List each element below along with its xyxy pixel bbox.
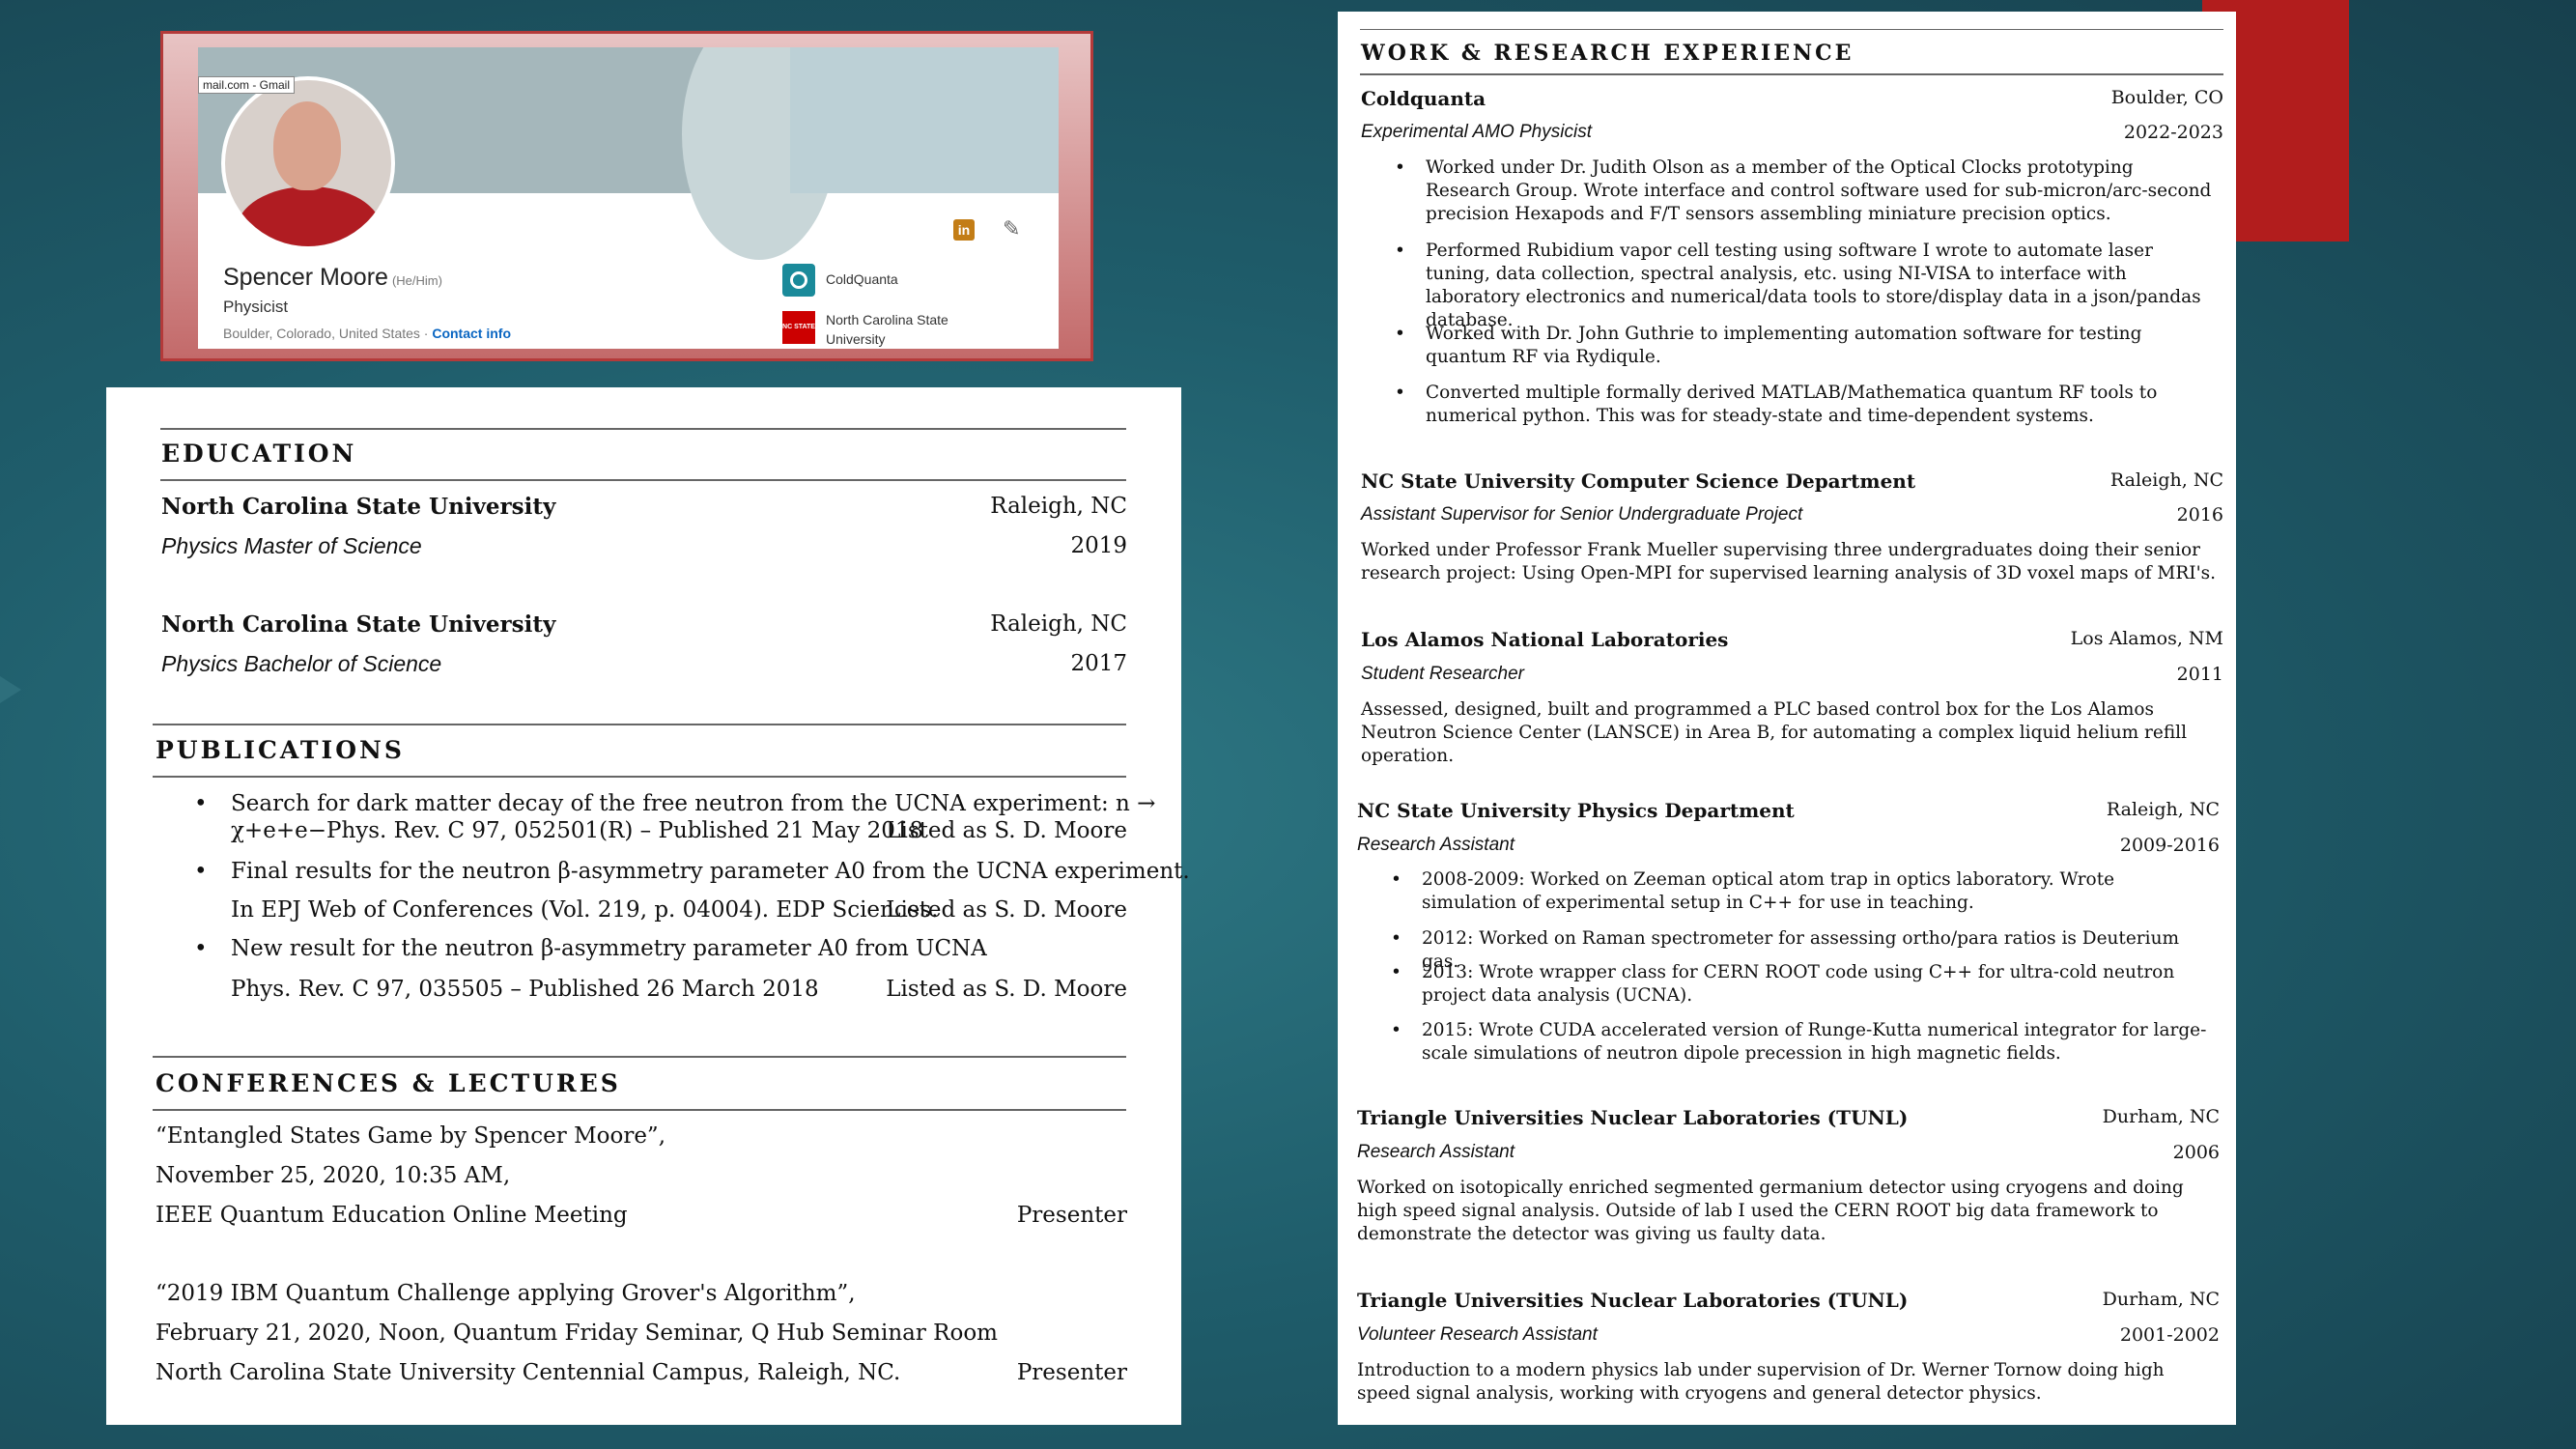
linkedin-profile-card: mail.com - Gmail Spencer Moore (He/Him) P… <box>198 47 1059 349</box>
conference-venue: North Carolina State University Centenni… <box>156 1360 901 1385</box>
coldquanta-logo-icon <box>782 264 815 297</box>
linkedin-card-frame: mail.com - Gmail Spencer Moore (He/Him) P… <box>160 31 1093 361</box>
job-years: 2001-2002 <box>2119 1324 2220 1346</box>
publication-note: Listed as S. D. Moore <box>886 897 1127 923</box>
conferences-bottom-rule <box>153 1109 1126 1111</box>
job-description: Assessed, designed, built and programmed… <box>1361 699 2187 766</box>
conference-venue: IEEE Quantum Education Online Meeting <box>156 1203 628 1228</box>
job-bullet: Worked under Dr. Judith Olson as a membe… <box>1395 156 2218 226</box>
job-years: 2022-2023 <box>2123 122 2223 143</box>
resume-left-panel: EDUCATION North Carolina State Universit… <box>106 387 1190 1425</box>
job-location: Durham, NC <box>2102 1106 2220 1127</box>
org-coldquanta[interactable]: ColdQuanta <box>826 271 898 287</box>
job-location: Raleigh, NC <box>2106 799 2220 820</box>
publication-note: Listed as S. D. Moore <box>886 818 1127 843</box>
job-bullet: 2013: Wrote wrapper class for CERN ROOT … <box>1391 961 2214 1008</box>
job-description: Introduction to a modern physics lab und… <box>1357 1360 2165 1404</box>
job-org: Los Alamos National Laboratories <box>1361 628 1729 651</box>
job-org: NC State University Computer Science Dep… <box>1361 469 1916 493</box>
linkedin-icon[interactable]: in <box>953 219 975 241</box>
conference-date: November 25, 2020, 10:35 AM, <box>156 1163 511 1188</box>
work-top-rule <box>1360 29 2223 30</box>
profile-name: Spencer Moore (He/Him) <box>223 264 442 292</box>
job-bullet: 2008-2009: Worked on Zeeman optical atom… <box>1391 868 2214 915</box>
conference-role: Presenter <box>1016 1360 1127 1385</box>
avatar-face <box>273 101 341 190</box>
job-role: Student Researcher <box>1361 664 1524 684</box>
job-years: 2006 <box>2172 1142 2220 1163</box>
job-location: Durham, NC <box>2102 1289 2220 1310</box>
job-bullet: Performed Rubidium vapor cell testing us… <box>1395 240 2218 332</box>
org-ncstate-line2: University <box>826 331 886 347</box>
publication-note: Listed as S. D. Moore <box>886 977 1127 1002</box>
contact-info-link[interactable]: Contact info <box>432 326 511 341</box>
profile-location-text: Boulder, Colorado, United States · <box>223 326 433 341</box>
profile-headline: Physicist <box>223 298 289 316</box>
gmail-tooltip: mail.com - Gmail <box>198 76 296 94</box>
publications-heading: PUBLICATIONS <box>156 736 405 764</box>
job-role: Volunteer Research Assistant <box>1357 1324 1598 1345</box>
job-bullet: Converted multiple formally derived MATL… <box>1395 382 2218 428</box>
conference-date: February 21, 2020, Noon, Quantum Friday … <box>156 1321 998 1346</box>
conference-title: “Entangled States Game by Spencer Moore”… <box>156 1123 666 1149</box>
resume-right-panel: WORK & RESEARCH EXPERIENCE Coldquanta Bo… <box>1338 12 2236 1425</box>
education-location: Raleigh, NC <box>990 494 1127 519</box>
work-bottom-rule <box>1360 73 2223 75</box>
job-location: Boulder, CO <box>2110 87 2223 108</box>
job-org: Triangle Universities Nuclear Laboratori… <box>1357 1289 1909 1312</box>
job-bullet: 2015: Wrote CUDA accelerated version of … <box>1391 1019 2214 1065</box>
edit-pencil-icon[interactable]: ✎ <box>1003 217 1020 242</box>
work-heading: WORK & RESEARCH EXPERIENCE <box>1361 41 1854 66</box>
org-ncstate-line1: North Carolina State <box>826 312 948 327</box>
avatar-photo <box>225 80 391 246</box>
publication-item: Search for dark matter decay of the free… <box>194 791 1155 816</box>
job-description: Worked under Professor Frank Mueller sup… <box>1361 540 2217 583</box>
education-bottom-rule <box>160 479 1126 481</box>
education-year: 2017 <box>1070 651 1127 676</box>
job-role: Experimental AMO Physicist <box>1361 122 1592 142</box>
job-role: Research Assistant <box>1357 1142 1514 1162</box>
job-bullet: Worked with Dr. John Guthrie to implemen… <box>1395 323 2218 369</box>
publication-citation: χ+e+e−Phys. Rev. C 97, 052501(R) – Publi… <box>231 818 924 843</box>
education-top-rule <box>160 428 1126 430</box>
job-years: 2016 <box>2176 504 2223 526</box>
job-years: 2009-2016 <box>2119 835 2220 856</box>
job-location: Los Alamos, NM <box>2070 628 2223 649</box>
publications-bottom-rule <box>153 776 1126 778</box>
publication-citation: Phys. Rev. C 97, 035505 – Published 26 M… <box>231 977 819 1002</box>
job-role: Research Assistant <box>1357 835 1514 855</box>
avatar-shirt <box>237 186 382 246</box>
job-description: Worked on isotopically enriched segmente… <box>1357 1178 2184 1244</box>
banner-right-panel <box>790 47 1059 193</box>
conferences-heading: CONFERENCES & LECTURES <box>156 1069 621 1097</box>
job-org: Coldquanta <box>1361 87 1486 110</box>
ncstate-logo-icon: NC STATE <box>782 311 815 344</box>
job-org: Triangle Universities Nuclear Laboratori… <box>1357 1106 1909 1129</box>
publication-item: Final results for the neutron β-asymmetr… <box>194 859 1190 884</box>
conference-role: Presenter <box>1016 1203 1127 1228</box>
profile-location: Boulder, Colorado, United States · Conta… <box>223 326 511 341</box>
education-school: North Carolina State University <box>161 494 556 520</box>
org-ncstate[interactable]: North Carolina State University <box>826 310 948 349</box>
education-heading: EDUCATION <box>161 440 357 468</box>
publications-top-rule <box>153 724 1126 725</box>
avatar[interactable] <box>221 76 395 250</box>
nav-arrow-decoration <box>0 676 21 703</box>
conference-title: “2019 IBM Quantum Challenge applying Gro… <box>156 1281 856 1306</box>
profile-name-text: Spencer Moore <box>223 264 388 291</box>
profile-pronouns: (He/Him) <box>391 273 442 288</box>
education-location: Raleigh, NC <box>990 611 1127 637</box>
conferences-top-rule <box>153 1056 1126 1058</box>
education-degree: Physics Master of Science <box>161 533 422 558</box>
publication-citation: In EPJ Web of Conferences (Vol. 219, p. … <box>231 897 939 923</box>
job-location: Raleigh, NC <box>2109 469 2223 491</box>
education-degree: Physics Bachelor of Science <box>161 651 442 676</box>
education-school: North Carolina State University <box>161 611 556 638</box>
job-org: NC State University Physics Department <box>1357 799 1795 822</box>
education-year: 2019 <box>1070 533 1127 558</box>
publication-item: New result for the neutron β-asymmetry p… <box>194 936 987 961</box>
job-years: 2011 <box>2176 664 2223 685</box>
job-role: Assistant Supervisor for Senior Undergra… <box>1361 504 1803 525</box>
